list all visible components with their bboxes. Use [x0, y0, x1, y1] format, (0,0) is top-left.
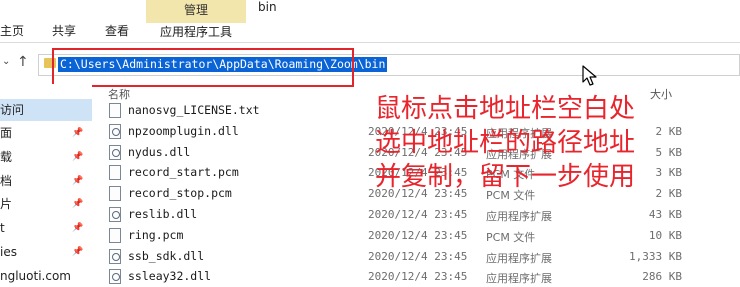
file-row[interactable]: reslib.dll 2020/12/4 23:45 应用程序扩展 43 KB — [100, 204, 740, 225]
recent-locations-icon[interactable]: ⌄ — [2, 56, 10, 67]
file-type: 应用程序扩展 — [486, 252, 552, 265]
sidebar-item[interactable]: t 📌 — [0, 217, 83, 239]
file-name: ring.pcm — [128, 228, 184, 242]
sidebar-item[interactable]: 档 📌 — [0, 170, 83, 192]
sidebar-item-label: t — [0, 221, 5, 235]
context-group-title: 管理 — [183, 3, 208, 17]
file-date: 2020/12/4 23:45 — [368, 270, 468, 283]
mouse-cursor-icon — [582, 65, 597, 86]
file-date: 2020/12/4 23:45 — [368, 229, 468, 242]
dll-file-icon — [109, 269, 121, 284]
pin-icon[interactable]: 📌 — [72, 170, 83, 192]
sidebar-item-label: ies — [0, 245, 17, 259]
up-arrow-icon[interactable]: ↑ — [17, 54, 29, 70]
sidebar-item-label: 访问 — [0, 103, 25, 117]
annotation-line: 并复制，留下一步使用 — [375, 162, 636, 192]
file-name: nydus.dll — [128, 145, 191, 159]
file-size: 1,333 KB — [629, 250, 682, 263]
sidebar-item-label: 载 — [0, 150, 13, 164]
file-name: reslib.dll — [128, 207, 198, 221]
file-row[interactable]: ssleay32.dll 2020/12/4 23:45 应用程序扩展 286 KB — [100, 266, 740, 287]
text-file-icon — [109, 103, 121, 118]
pin-icon[interactable]: 📌 — [72, 217, 83, 239]
file-name: record_start.pcm — [128, 165, 239, 179]
tab-application-tools[interactable]: 应用程序工具 — [146, 22, 246, 43]
sidebar-item[interactable]: 载 📌 — [0, 146, 83, 168]
context-tab-group: 管理 应用程序工具 — [146, 0, 246, 43]
instruction-annotation: 鼠标点击地址栏空白处 选中地址栏的路径地址 并复制，留下一步使用 — [375, 92, 635, 194]
sidebar-item-label: 档 — [0, 174, 13, 188]
annotation-line: 鼠标点击地址栏空白处 — [375, 94, 636, 124]
tab-view[interactable]: 查看 — [105, 22, 129, 40]
pin-icon[interactable]: 📌 — [72, 146, 83, 168]
sidebar-item[interactable]: 访问 — [0, 99, 92, 121]
sidebar-item-label: 片 — [0, 197, 13, 211]
dll-file-icon — [109, 207, 121, 222]
file-type: 应用程序扩展 — [486, 210, 552, 223]
annotation-line: 选中地址栏的路径地址 — [375, 128, 636, 158]
file-size: 10 KB — [648, 229, 682, 242]
sidebar-item[interactable]: ies 📌 — [0, 241, 83, 263]
sidebar-item[interactable]: 片 📌 — [0, 193, 83, 215]
sidebar-item[interactable]: ngluoti.com — [0, 265, 71, 287]
file-size: 3 KB — [655, 166, 683, 179]
file-name: record_stop.pcm — [128, 186, 232, 200]
file-date: 2020/12/4 23:45 — [368, 250, 468, 263]
file-size: 286 KB — [642, 270, 682, 283]
pin-icon[interactable]: 📌 — [72, 122, 83, 144]
file-size: 2 KB — [655, 125, 683, 138]
dll-file-icon — [109, 124, 121, 139]
ribbon: 主页 共享 查看 管理 应用程序工具 bin — [0, 0, 740, 43]
file-row[interactable]: ring.pcm 2020/12/4 23:45 PCM 文件 10 KB — [100, 225, 740, 246]
sidebar-item-label: 面 — [0, 126, 13, 140]
text-file-icon — [109, 228, 121, 243]
file-size: 5 KB — [655, 146, 683, 159]
file-size: 2 KB — [655, 187, 683, 200]
dll-file-icon — [109, 249, 121, 264]
dll-file-icon — [109, 145, 121, 160]
file-name: ssb_sdk.dll — [128, 249, 205, 263]
pin-icon[interactable]: 📌 — [72, 241, 83, 263]
file-row[interactable]: ssb_sdk.dll 2020/12/4 23:45 应用程序扩展 1,333 KB — [100, 246, 740, 267]
file-type: PCM 文件 — [486, 231, 536, 244]
text-file-icon — [109, 186, 121, 201]
file-date: 2020/12/4 23:45 — [368, 208, 468, 221]
sidebar-item[interactable]: 面 📌 — [0, 122, 83, 144]
file-type: 应用程序扩展 — [486, 272, 552, 285]
highlight-box — [52, 48, 354, 87]
tab-home[interactable]: 主页 — [0, 22, 24, 40]
file-name: nanosvg_LICENSE.txt — [128, 103, 260, 117]
tab-share[interactable]: 共享 — [52, 22, 76, 40]
file-size: 43 KB — [648, 208, 682, 221]
text-file-icon — [109, 165, 121, 180]
file-name: npzoomplugin.dll — [128, 124, 239, 138]
window-title: bin — [258, 0, 277, 14]
pin-icon[interactable]: 📌 — [72, 193, 83, 215]
